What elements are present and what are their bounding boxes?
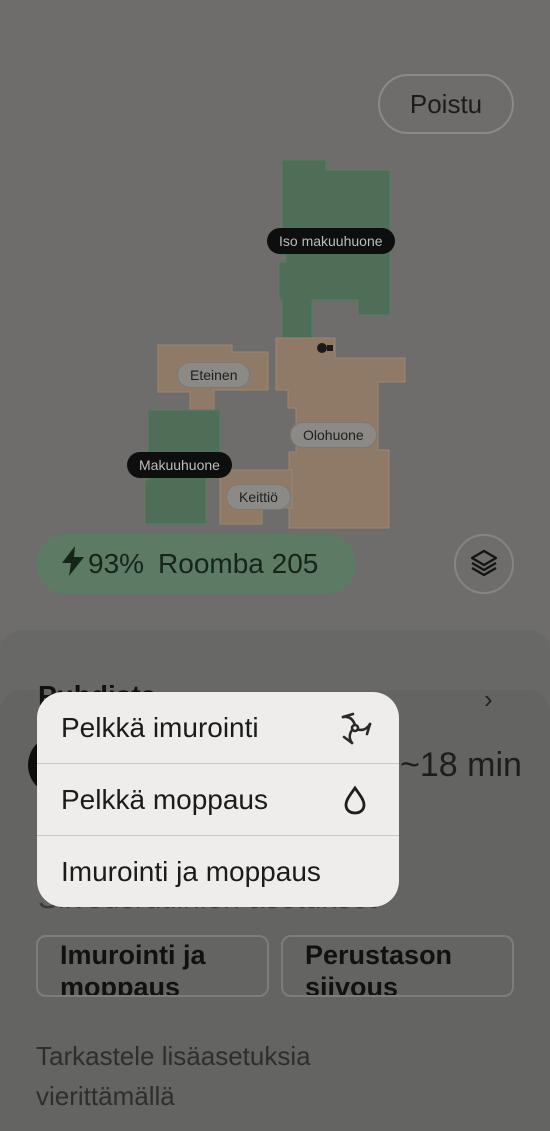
- battery-percentage: 93%: [88, 548, 145, 579]
- layers-button[interactable]: [454, 534, 514, 594]
- layers-icon: [469, 547, 499, 582]
- fan-icon: [335, 708, 375, 748]
- menu-item-label: Imurointi ja moppaus: [61, 856, 321, 887]
- menu-item-vacuum-only[interactable]: Pelkkä imurointi: [37, 692, 399, 764]
- menu-item-label: Pelkkä imurointi: [61, 711, 259, 743]
- scroll-hint: Tarkastele lisäasetuksia vierittämällä: [36, 1041, 311, 1111]
- map-area: Iso makuuhuone Eteinen Olohuone Makuuhuo…: [0, 0, 550, 640]
- room-label-keittio[interactable]: Keittiö: [226, 484, 291, 510]
- lightning-icon: [62, 545, 84, 583]
- mode-button-basic-clean[interactable]: Perustason siivous: [281, 935, 514, 997]
- exit-button[interactable]: Poistu: [378, 74, 514, 134]
- chevron-right-icon[interactable]: ›: [484, 684, 493, 715]
- room-label-iso-makuuhuone[interactable]: Iso makuuhuone: [267, 228, 395, 254]
- cleaning-mode-popup: Pelkkä imurointi Pelkkä moppaus Imuroint…: [37, 692, 399, 907]
- menu-item-label: Pelkkä moppaus: [61, 783, 269, 815]
- robot-name: Roomba 205: [158, 548, 319, 579]
- drop-icon: [335, 780, 375, 820]
- estimated-time: ~18 min: [400, 746, 522, 784]
- dock-icon: [317, 343, 327, 353]
- room-label-eteinen[interactable]: Eteinen: [177, 362, 251, 388]
- robot-status-chip[interactable]: 93% Roomba 205: [36, 534, 356, 594]
- menu-item-vacuum-and-mop[interactable]: Imurointi ja moppaus: [37, 836, 399, 907]
- room-label-makuuhuone[interactable]: Makuuhuone: [127, 452, 232, 478]
- mode-button-vacuum-mop[interactable]: Imurointi ja moppaus: [36, 935, 269, 997]
- menu-item-mop-only[interactable]: Pelkkä moppaus: [37, 764, 399, 836]
- room-label-olohuone[interactable]: Olohuone: [290, 422, 377, 448]
